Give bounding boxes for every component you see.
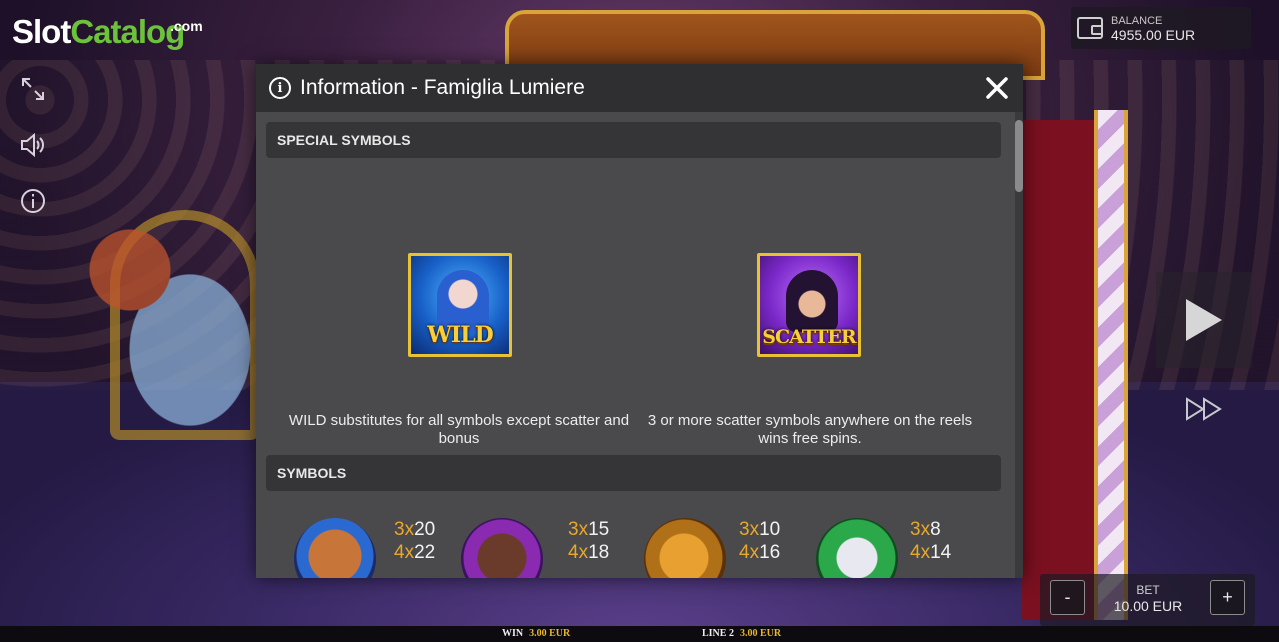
dialog-title: Information - Famiglia Lumiere bbox=[300, 76, 585, 99]
info-icon bbox=[21, 189, 45, 213]
close-icon[interactable] bbox=[983, 74, 1011, 102]
scatter-symbol-tile: SCATTER bbox=[757, 253, 861, 357]
logo-catalog: Catalog bbox=[70, 13, 185, 50]
dialog-header: i Information - Famiglia Lumiere bbox=[256, 64, 1023, 112]
pay-value: 20 bbox=[414, 519, 436, 540]
slotcatalog-logo: SlotCatalog .com bbox=[12, 10, 203, 54]
win-status: WIN 3.00 EUR bbox=[502, 628, 570, 639]
play-icon bbox=[1186, 299, 1222, 341]
paytable-item: 3x15 4x18 bbox=[461, 518, 631, 578]
pay-value: 8 bbox=[930, 519, 941, 540]
balance-display: BALANCE 4955.00 EUR bbox=[1071, 7, 1251, 49]
pay-multiplier: 3x bbox=[739, 519, 760, 540]
bet-increase-button[interactable]: + bbox=[1210, 580, 1245, 615]
pay-value: 16 bbox=[759, 542, 781, 563]
line-value: 3.00 EUR bbox=[739, 628, 782, 639]
paytable-item: 3x8 4x14 bbox=[816, 518, 986, 578]
pay-multiplier: 4x bbox=[568, 542, 589, 563]
fullscreen-icon bbox=[22, 78, 44, 100]
sound-icon bbox=[21, 132, 44, 158]
pay-multiplier: 3x bbox=[910, 519, 931, 540]
scatter-magician-figure bbox=[786, 270, 838, 332]
sound-button[interactable] bbox=[10, 122, 56, 168]
striped-pillar bbox=[1094, 110, 1128, 620]
harp-performer bbox=[70, 200, 270, 450]
scatter-symbol-card: SCATTER 3 or more scatter symbols anywhe… bbox=[635, 112, 985, 452]
wild-symbol-card: WILD WILD substitutes for all symbols ex… bbox=[284, 112, 634, 452]
info-icon: i bbox=[269, 77, 291, 99]
pay-multiplier: 3x bbox=[568, 519, 589, 540]
dialog-scrollbar[interactable] bbox=[1015, 112, 1023, 578]
dialog-body[interactable]: SPECIAL SYMBOLS WILD WILD substitutes fo… bbox=[256, 112, 1023, 578]
game-screen: SlotCatalog .com BALANCE 4955.00 EUR - B… bbox=[0, 0, 1279, 642]
pay-value: 18 bbox=[588, 542, 610, 563]
paytable-item: 3x20 4x22 bbox=[294, 518, 464, 578]
logo-suffix: .com bbox=[170, 18, 203, 34]
bet-label: BET bbox=[1136, 583, 1160, 597]
wild-description: WILD substitutes for all symbols except … bbox=[288, 412, 630, 447]
logo-slot: Slot bbox=[12, 13, 71, 50]
win-value: 3.00 EUR bbox=[529, 628, 571, 639]
wild-symbol-tile: WILD bbox=[408, 253, 512, 357]
line-status: LINE 2 3.00 EUR bbox=[702, 628, 781, 639]
pay-value: 10 bbox=[759, 519, 781, 540]
bear-icon bbox=[294, 518, 376, 578]
fast-forward-icon bbox=[1186, 397, 1222, 421]
pay-value: 14 bbox=[930, 542, 952, 563]
info-button[interactable] bbox=[10, 178, 56, 224]
line-label: LINE 2 bbox=[702, 628, 734, 639]
pay-multiplier: 4x bbox=[739, 542, 760, 563]
scrollbar-thumb[interactable] bbox=[1015, 120, 1023, 192]
pay-multiplier: 4x bbox=[910, 542, 931, 563]
pay-multiplier: 3x bbox=[394, 519, 415, 540]
win-label: WIN bbox=[502, 628, 524, 639]
fullscreen-button[interactable] bbox=[10, 66, 56, 112]
monkey-icon bbox=[461, 518, 543, 578]
bet-panel: - BET 10.00 EUR + bbox=[1040, 574, 1255, 626]
tiger-icon bbox=[644, 518, 726, 578]
side-toolbar bbox=[10, 64, 56, 224]
pay-value: 15 bbox=[588, 519, 610, 540]
spin-button[interactable] bbox=[1156, 272, 1252, 368]
status-strip: WIN 3.00 EUR LINE 2 3.00 EUR bbox=[0, 626, 1279, 642]
paytable-item: 3x10 4x16 bbox=[644, 518, 814, 578]
turbo-button[interactable] bbox=[1184, 396, 1224, 422]
symbols-header: SYMBOLS bbox=[266, 455, 1001, 491]
scatter-description: 3 or more scatter symbols anywhere on th… bbox=[647, 412, 973, 447]
balance-value: 4955.00 EUR bbox=[1111, 27, 1196, 43]
info-dialog: i Information - Famiglia Lumiere SPECIAL… bbox=[256, 64, 1023, 578]
scatter-tile-text: SCATTER bbox=[762, 326, 856, 348]
red-curtain bbox=[1022, 120, 1096, 620]
wallet-icon bbox=[1077, 17, 1103, 39]
pay-value: 22 bbox=[414, 542, 436, 563]
pay-multiplier: 4x bbox=[394, 542, 415, 563]
rabbit-icon bbox=[816, 518, 898, 578]
wild-tile-text: WILD bbox=[427, 322, 494, 348]
balance-label: BALANCE bbox=[1111, 15, 1163, 27]
bet-value: 10.00 EUR bbox=[1113, 598, 1183, 614]
bet-decrease-button[interactable]: - bbox=[1050, 580, 1085, 615]
